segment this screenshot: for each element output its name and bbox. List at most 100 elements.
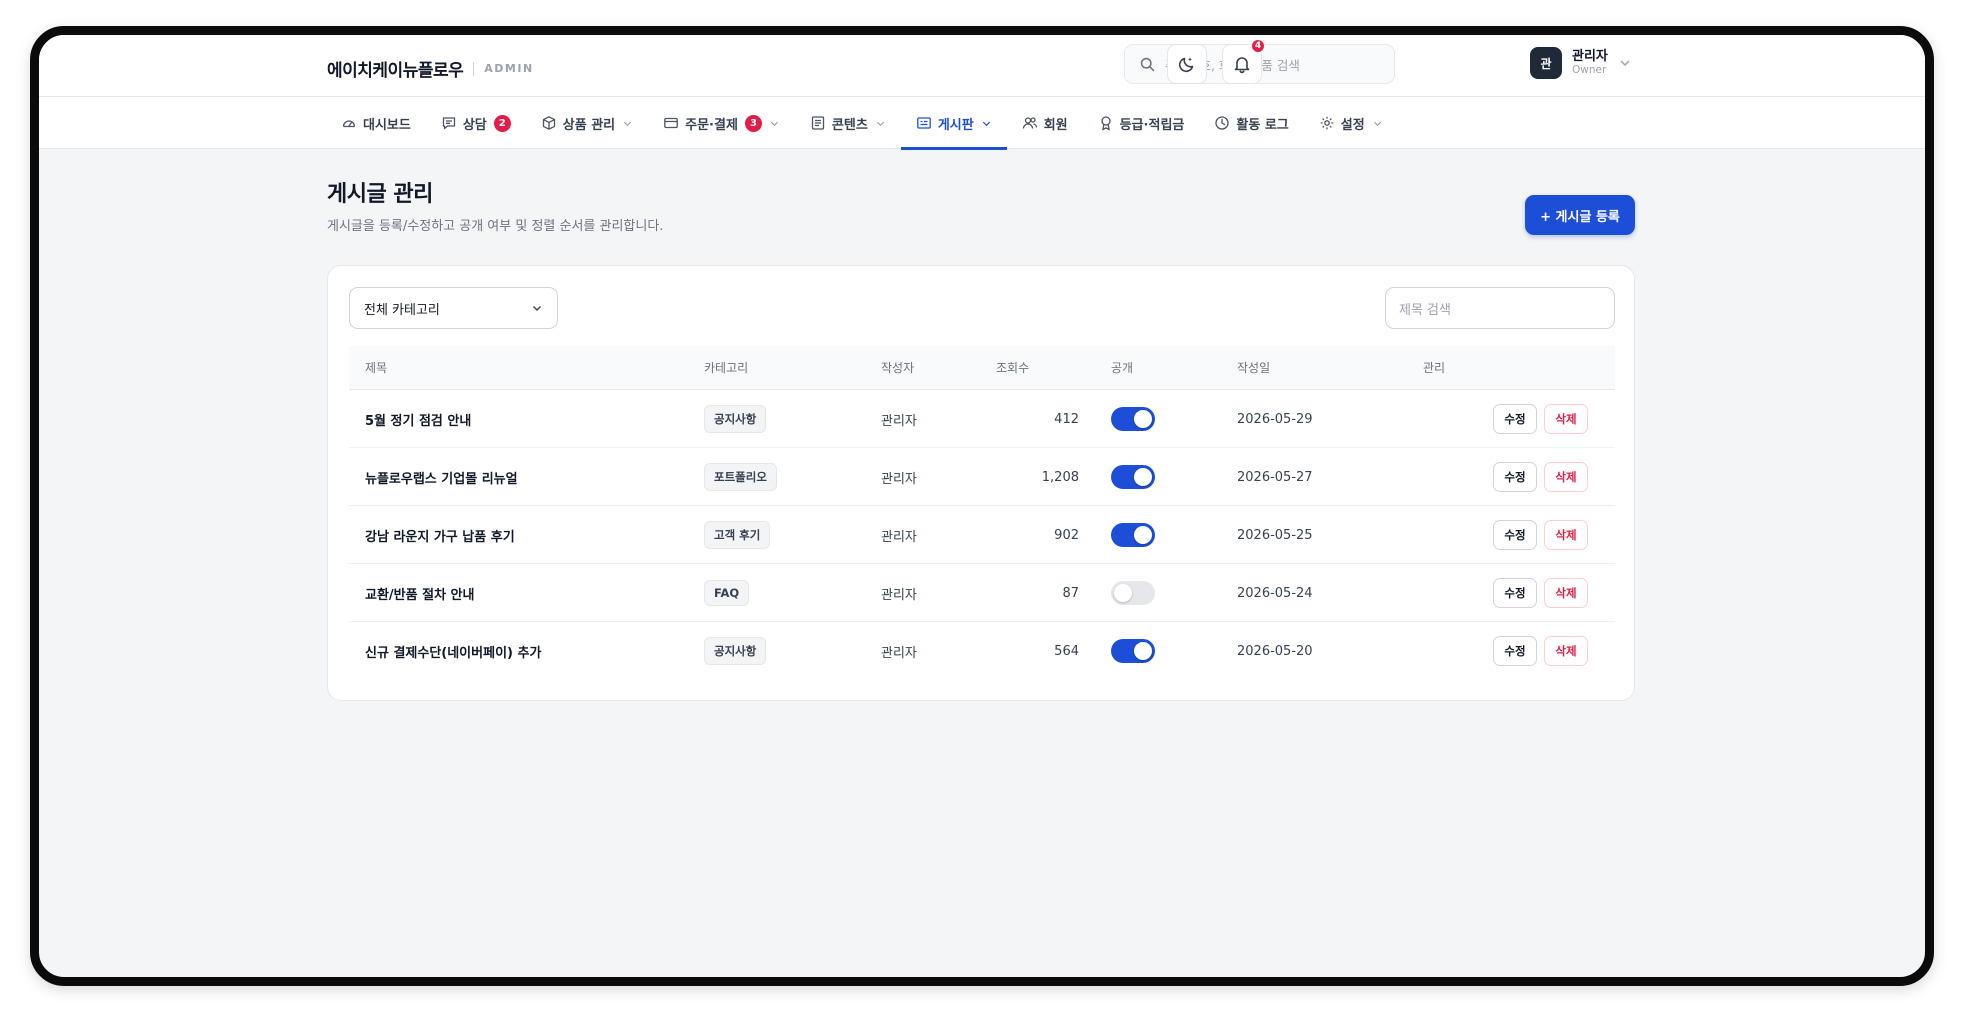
post-author: 관리자 <box>881 413 917 429</box>
notification-badge: 4 <box>1251 39 1265 53</box>
posts-card: 전체 카테고리 제목 검색 제목 카테고리 작성자 조회수 공개 작성일 관리 … <box>327 265 1635 701</box>
theme-toggle-button[interactable] <box>1167 44 1207 84</box>
main-nav: 대시보드 상담 2 상품 관리 주문·결제 3 콘텐츠 게시판 회원 등급·적립… <box>39 97 1925 150</box>
column-header-date[interactable]: 작성일 <box>1237 346 1270 390</box>
edit-button[interactable]: 수정 <box>1493 404 1537 434</box>
card-icon <box>664 117 678 129</box>
category-chip: 공지사항 <box>704 405 767 433</box>
category-select-value: 전체 카테고리 <box>364 302 440 318</box>
column-header-title[interactable]: 제목 <box>365 346 387 390</box>
delete-button[interactable]: 삭제 <box>1544 462 1588 492</box>
public-toggle[interactable] <box>1111 407 1155 431</box>
public-toggle[interactable] <box>1111 639 1155 663</box>
title-search-input[interactable]: 제목 검색 <box>1385 287 1615 329</box>
delete-button[interactable]: 삭제 <box>1544 520 1588 550</box>
post-date: 2026-05-29 <box>1237 411 1313 427</box>
table-row[interactable]: 신규 결제수단(네이버페이) 추가 공지사항 관리자 564 2026-05-2… <box>349 622 1615 680</box>
nav-item-activity-log[interactable]: 활동 로그 <box>1199 97 1303 149</box>
nav-item-grades[interactable]: 등급·적립금 <box>1083 97 1200 149</box>
delete-button[interactable]: 삭제 <box>1544 636 1588 666</box>
chevron-down-icon <box>533 306 541 311</box>
chevron-down-icon <box>624 121 632 126</box>
brand[interactable]: 에이치케이뉴플로우 ADMIN <box>327 56 534 81</box>
brand-divider <box>473 61 475 76</box>
add-post-button[interactable]: + 게시글 등록 <box>1525 195 1635 235</box>
users-icon <box>1022 117 1037 129</box>
orders-badge: 3 <box>744 114 762 132</box>
gear-icon <box>1320 116 1333 130</box>
post-views: 902 <box>1054 527 1079 543</box>
post-title[interactable]: 5월 정기 점검 안내 <box>365 390 471 448</box>
table-row[interactable]: 교환/반품 절차 안내 FAQ 관리자 87 2026-05-24 수정 삭제 <box>349 564 1615 622</box>
post-title[interactable]: 교환/반품 절차 안내 <box>365 564 474 622</box>
chevron-down-icon <box>770 121 779 126</box>
top-header: 에이치케이뉴플로우 ADMIN 주문번호, 회원, 상품 검색 4 관 관리자 … <box>39 35 1925 97</box>
nav-label: 콘텐츠 <box>831 117 868 133</box>
nav-label: 대시보드 <box>363 117 411 133</box>
post-date: 2026-05-27 <box>1237 469 1313 485</box>
edit-button[interactable]: 수정 <box>1493 578 1537 608</box>
post-date: 2026-05-24 <box>1237 585 1313 601</box>
message-icon <box>442 117 455 130</box>
nav-item-consult[interactable]: 상담 2 <box>426 97 526 149</box>
column-header-public[interactable]: 공개 <box>1111 346 1133 390</box>
user-menu[interactable]: 관 관리자 Owner <box>1530 47 1632 79</box>
consult-badge: 2 <box>493 114 511 132</box>
public-toggle[interactable] <box>1111 523 1155 547</box>
table-row[interactable]: 강남 라운지 가구 납품 후기 고객 후기 관리자 902 2026-05-25… <box>349 506 1615 564</box>
nav-item-members[interactable]: 회원 <box>1007 97 1083 149</box>
nav-item-settings[interactable]: 설정 <box>1304 97 1398 149</box>
app-window: 에이치케이뉴플로우 ADMIN 주문번호, 회원, 상품 검색 4 관 관리자 … <box>30 26 1934 986</box>
post-title[interactable]: 신규 결제수단(네이버페이) 추가 <box>365 622 541 680</box>
nav-item-board[interactable]: 게시판 <box>900 97 1007 150</box>
post-views: 1,208 <box>1041 469 1079 485</box>
page-title: 게시글 관리 <box>327 182 433 207</box>
nav-label: 설정 <box>1340 117 1365 133</box>
nav-label: 게시판 <box>937 117 974 133</box>
post-title[interactable]: 뉴플로우랩스 기업몰 리뉴얼 <box>365 448 518 506</box>
board-icon <box>916 117 931 129</box>
edit-button[interactable]: 수정 <box>1493 636 1537 666</box>
post-date: 2026-05-20 <box>1237 643 1313 659</box>
nav-item-products[interactable]: 상품 관리 <box>526 97 648 149</box>
category-chip: 포트폴리오 <box>704 463 777 491</box>
nav-label: 등급·적립금 <box>1119 117 1185 133</box>
document-icon <box>811 116 825 130</box>
nav-label: 주문·결제 <box>685 117 738 133</box>
notifications-button[interactable]: 4 <box>1222 39 1265 84</box>
nav-label: 활동 로그 <box>1236 117 1289 133</box>
post-date: 2026-05-25 <box>1237 527 1313 543</box>
table-row[interactable]: 5월 정기 점검 안내 공지사항 관리자 412 2026-05-29 수정 삭… <box>349 390 1615 448</box>
post-author: 관리자 <box>881 529 917 545</box>
edit-button[interactable]: 수정 <box>1493 462 1537 492</box>
clock-icon <box>1215 116 1230 130</box>
page-subtitle: 게시글을 등록/수정하고 공개 여부 및 정렬 순서를 관리합니다. <box>327 219 664 234</box>
moon-icon <box>1178 57 1194 73</box>
table-row[interactable]: 뉴플로우랩스 기업몰 리뉴얼 포트폴리오 관리자 1,208 2026-05-2… <box>349 448 1615 506</box>
chevron-down-icon <box>1373 121 1381 126</box>
nav-item-dashboard[interactable]: 대시보드 <box>326 97 426 149</box>
post-author: 관리자 <box>881 645 917 661</box>
post-author: 관리자 <box>881 587 917 603</box>
avatar: 관 <box>1530 47 1562 79</box>
edit-button[interactable]: 수정 <box>1493 520 1537 550</box>
post-author: 관리자 <box>881 471 917 487</box>
box-icon <box>542 116 555 130</box>
delete-button[interactable]: 삭제 <box>1544 578 1588 608</box>
column-header-views[interactable]: 조회수 <box>996 346 1029 390</box>
user-role: Owner <box>1572 64 1607 77</box>
delete-button[interactable]: 삭제 <box>1544 404 1588 434</box>
chevron-down-icon <box>982 121 990 126</box>
column-header-author[interactable]: 작성자 <box>881 346 914 390</box>
post-views: 564 <box>1054 643 1079 659</box>
bell-icon <box>1234 57 1250 74</box>
chevron-down-icon <box>876 121 884 126</box>
category-select[interactable]: 전체 카테고리 <box>349 287 558 329</box>
public-toggle[interactable] <box>1111 465 1155 489</box>
nav-item-contents[interactable]: 콘텐츠 <box>795 97 901 149</box>
post-title[interactable]: 강남 라운지 가구 납품 후기 <box>365 506 515 564</box>
column-header-category[interactable]: 카테고리 <box>704 346 748 390</box>
nav-item-orders[interactable]: 주문·결제 3 <box>648 97 795 149</box>
nav-label: 상품 관리 <box>562 117 616 133</box>
public-toggle[interactable] <box>1111 581 1155 605</box>
